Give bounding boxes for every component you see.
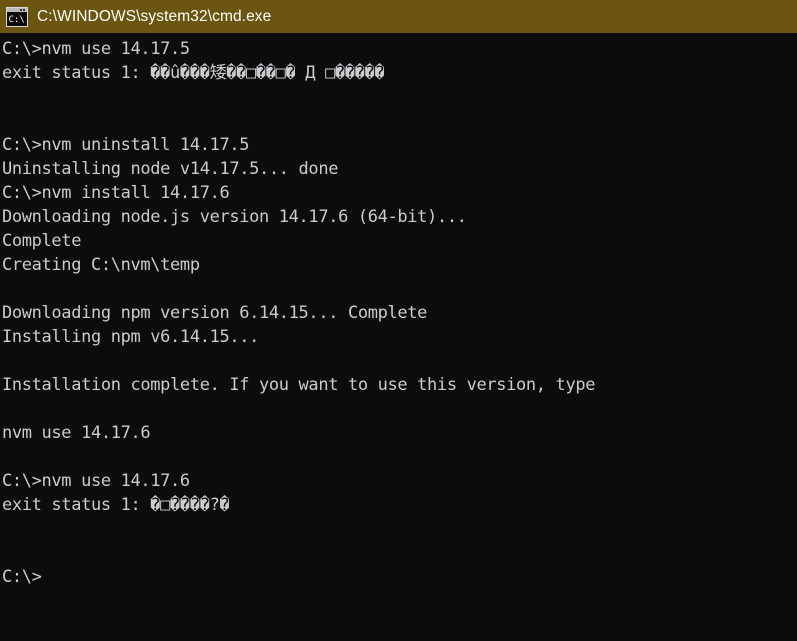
window-title: C:\WINDOWS\system32\cmd.exe — [37, 7, 272, 25]
console-line-prompt-final: C:\> — [2, 567, 42, 587]
console-line-list: C:\>nvm use 14.17.5 exit status 1: ��û���… — [1, 37, 797, 589]
svg-text:C:\.: C:\. — [9, 15, 29, 25]
console-line-cmd-nvm-use-14-17-5: C:\>nvm use 14.17.5 — [2, 39, 190, 59]
console-line-cmd-nvm-uninstall: C:\>nvm uninstall 14.17.5 — [2, 135, 250, 155]
console-line-out-installation-complete: Installation complete. If you want to us… — [2, 375, 596, 395]
console-line-out-downloading-node: Downloading node.js version 14.17.6 (64-… — [2, 207, 467, 227]
cmd-window: C:\. C:\WINDOWS\system32\cmd.exe C:\>nvm… — [0, 0, 797, 641]
console-line-blank-8 — [1, 541, 797, 565]
console-line-blank-5 — [1, 397, 797, 421]
console-line-cmd-nvm-install: C:\>nvm install 14.17.6 — [2, 183, 230, 203]
console-line-out-creating-temp: Creating C:\nvm\temp — [2, 255, 200, 275]
console-line-cmd-nvm-use-14-17-6: C:\>nvm use 14.17.6 — [2, 471, 190, 491]
console-line-out-hint-nvm-use: nvm use 14.17.6 — [2, 423, 151, 443]
console-line-blank-2 — [1, 109, 797, 133]
console-line-exit-status-1-mojibake-b: exit status 1: �□����?� — [2, 495, 230, 515]
console-line-blank-6 — [1, 445, 797, 469]
console-line-out-uninstalling-done: Uninstalling node v14.17.5... done — [2, 159, 339, 179]
console-line-exit-status-1-mojibake-a: exit status 1: ��û���矮��□��□� Д □����� — [2, 63, 385, 83]
console-line-blank-3 — [1, 277, 797, 301]
console-line-blank-4 — [1, 349, 797, 373]
console-line-out-complete: Complete — [2, 231, 82, 251]
console-line-out-installing-npm: Installing npm v6.14.15... — [2, 327, 260, 347]
console-line-out-downloading-npm: Downloading npm version 6.14.15... Compl… — [2, 303, 428, 323]
cmd-console-icon: C:\. — [6, 6, 29, 27]
title-bar[interactable]: C:\. C:\WINDOWS\system32\cmd.exe — [0, 0, 797, 33]
console-line-blank-7 — [1, 517, 797, 541]
console-output-area[interactable]: C:\>nvm use 14.17.5 exit status 1: ��û���… — [0, 33, 797, 641]
console-line-blank-1 — [1, 85, 797, 109]
